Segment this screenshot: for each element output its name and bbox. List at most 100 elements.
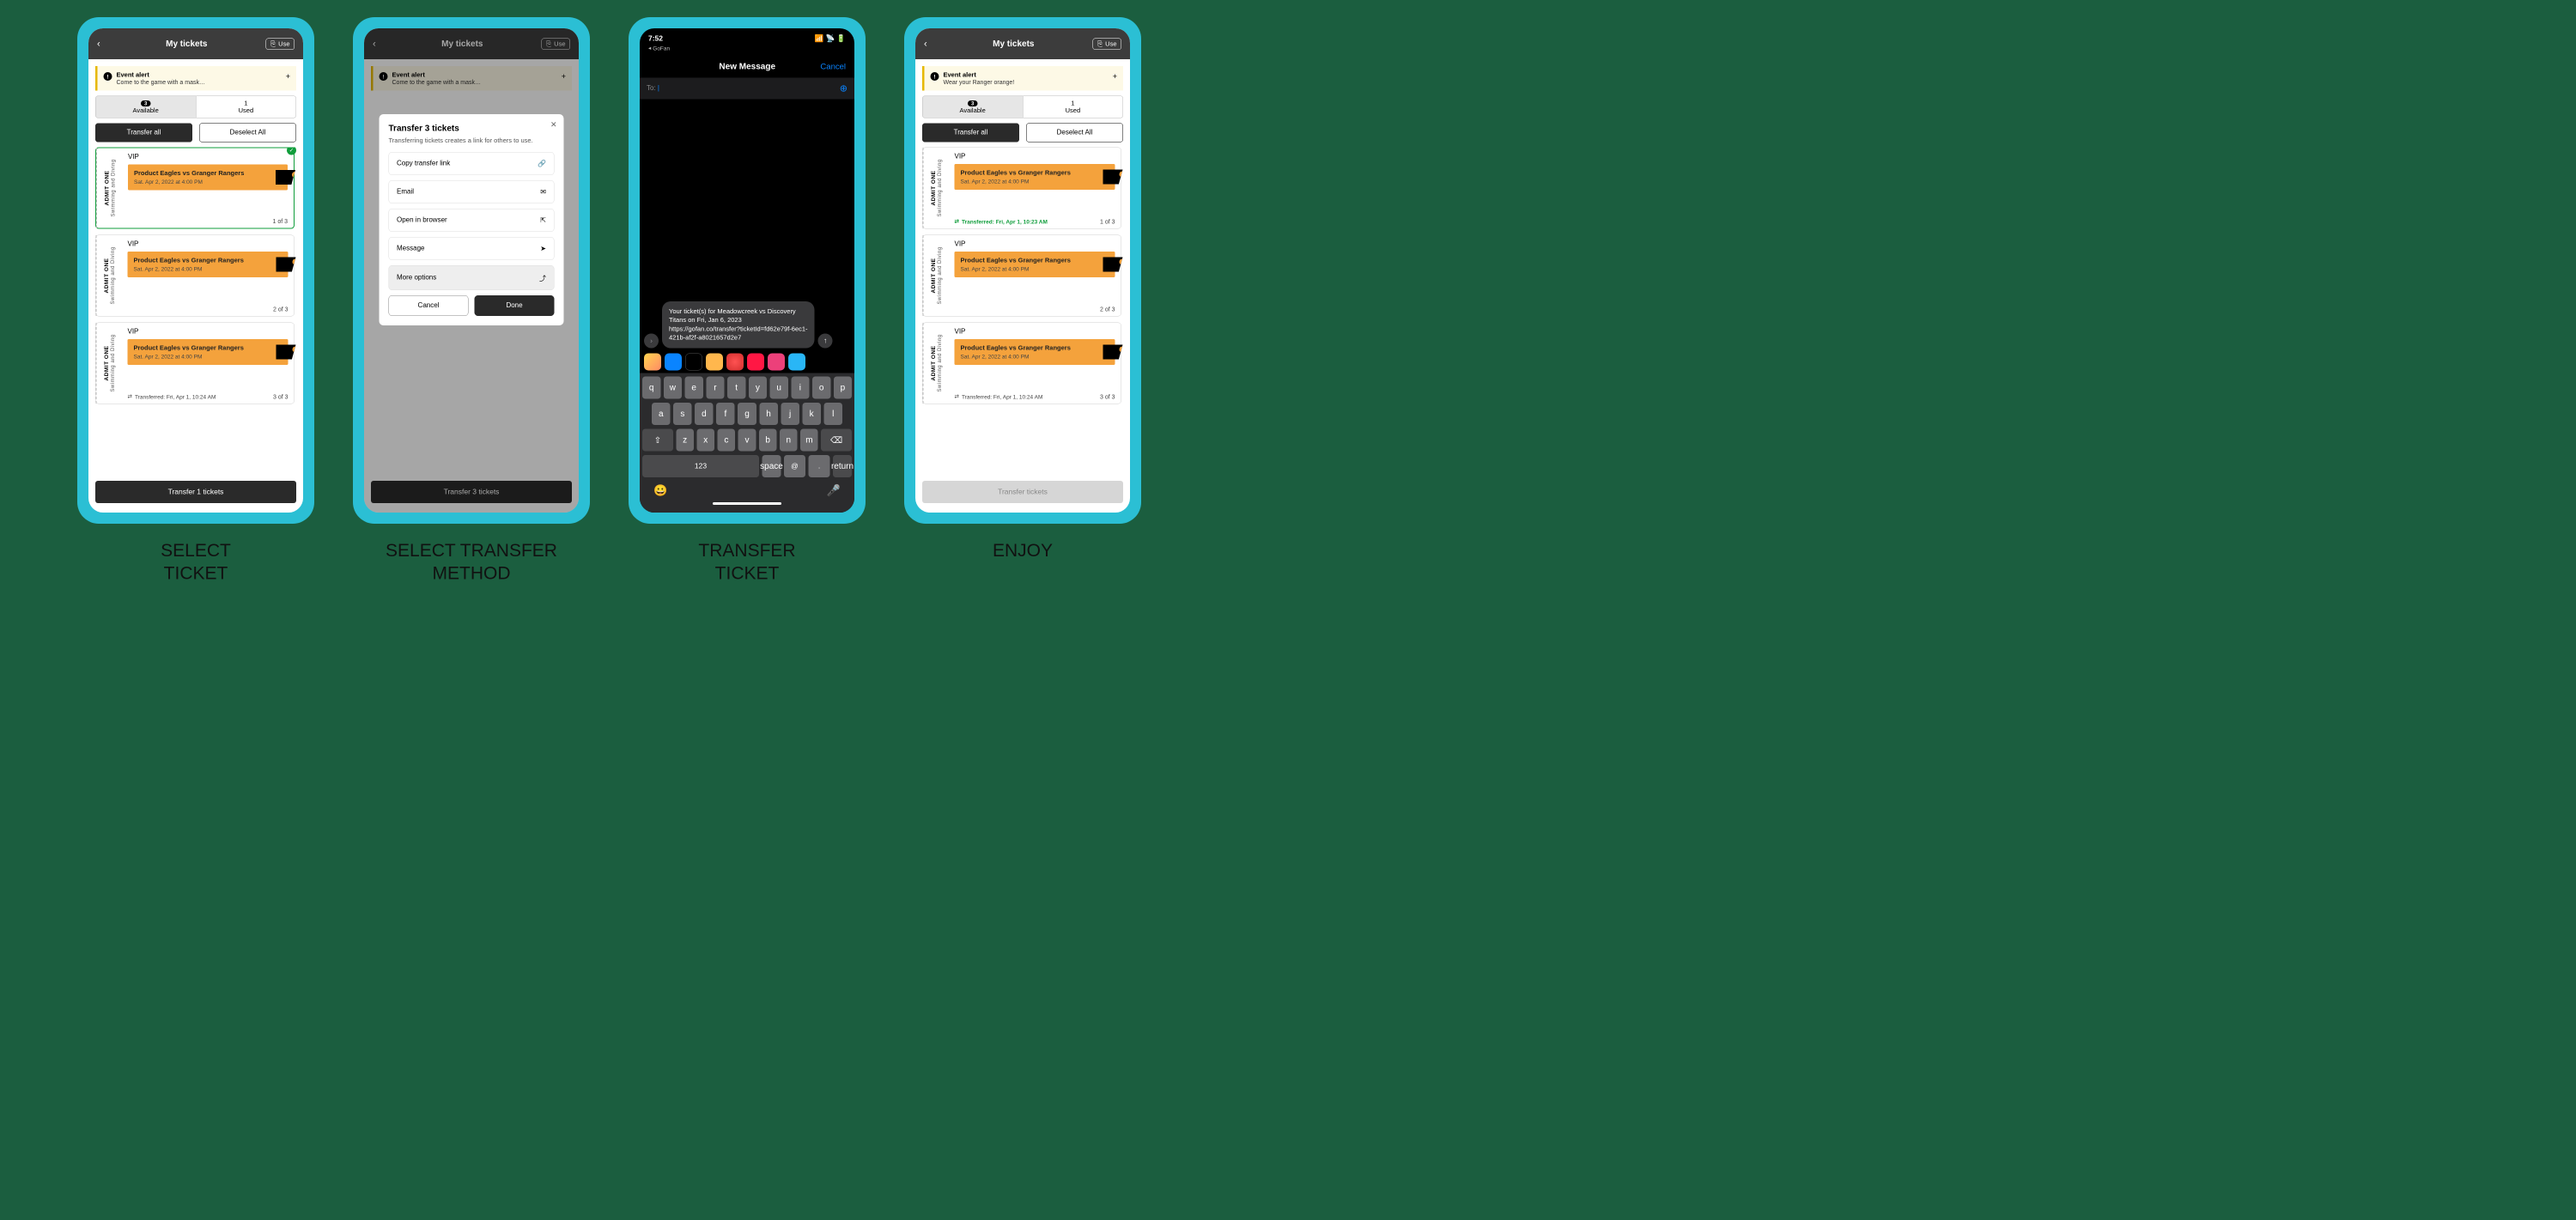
use-button[interactable]: ⎘ Use bbox=[266, 38, 295, 50]
key-b[interactable]: b bbox=[759, 429, 777, 452]
key-t[interactable]: t bbox=[727, 377, 745, 399]
transfer-all-button[interactable]: Transfer all bbox=[95, 124, 192, 143]
appstore-app-icon[interactable] bbox=[665, 354, 682, 371]
tab-used[interactable]: 1 Used bbox=[196, 96, 296, 118]
key-y[interactable]: y bbox=[749, 377, 767, 399]
status-time: 7:52 bbox=[648, 34, 663, 43]
add-contact-icon[interactable]: ⊕ bbox=[840, 83, 848, 94]
expand-input-icon[interactable]: › bbox=[644, 334, 659, 349]
key-l[interactable]: l bbox=[823, 403, 842, 425]
expand-icon[interactable]: + bbox=[1113, 72, 1117, 82]
key-p[interactable]: p bbox=[834, 377, 852, 399]
team-logo-icon bbox=[276, 170, 295, 185]
key-f[interactable]: f bbox=[716, 403, 735, 425]
expand-icon[interactable]: + bbox=[286, 72, 290, 82]
back-chevron-icon[interactable]: ‹ bbox=[97, 39, 107, 50]
key-d[interactable]: d bbox=[695, 403, 714, 425]
close-icon[interactable]: ✕ bbox=[550, 120, 557, 130]
ticket-card: Product Eagles vs Granger Rangers Sat. A… bbox=[955, 339, 1115, 365]
phone-transfer-method: ‹ My tickets ⎘ Use ! Event alert Come to… bbox=[353, 17, 590, 524]
key-i[interactable]: i bbox=[791, 377, 809, 399]
key-e[interactable]: e bbox=[685, 377, 703, 399]
photos-app-icon[interactable] bbox=[644, 354, 661, 371]
app-icon[interactable] bbox=[788, 354, 805, 371]
memoji-app-icon[interactable] bbox=[706, 354, 723, 371]
app-header: ‹ My tickets ⎘ Use bbox=[915, 28, 1130, 59]
option-more[interactable]: More options ⤴ bbox=[389, 265, 555, 290]
tab-available[interactable]: 3 Available bbox=[922, 96, 1023, 118]
tab-available[interactable]: 3 Available bbox=[95, 96, 196, 118]
option-copy-link[interactable]: Copy transfer link 🔗 bbox=[389, 152, 555, 175]
ticket-item[interactable]: ADMIT ONESwimming and Diving VIP Product… bbox=[922, 148, 1121, 229]
mic-icon[interactable]: 🎤 bbox=[827, 484, 841, 498]
return-key[interactable]: return bbox=[833, 455, 852, 477]
key-s[interactable]: s bbox=[673, 403, 692, 425]
key-a[interactable]: a bbox=[652, 403, 671, 425]
key-m[interactable]: m bbox=[800, 429, 818, 452]
team-logo-icon bbox=[1103, 345, 1123, 360]
transfer-method-modal: ✕ Transfer 3 tickets Transferring ticket… bbox=[380, 114, 564, 325]
app-icon[interactable] bbox=[768, 354, 785, 371]
modal-subtitle: Transferring tickets creates a link for … bbox=[389, 137, 555, 145]
ticket-icon: ⎘ bbox=[270, 40, 276, 48]
key-r[interactable]: r bbox=[706, 377, 724, 399]
to-field[interactable]: To: | ⊕ bbox=[640, 78, 854, 100]
option-email[interactable]: Email ✉ bbox=[389, 180, 555, 203]
key-q[interactable]: q bbox=[642, 377, 660, 399]
space-key[interactable]: space bbox=[762, 455, 781, 477]
use-button[interactable]: ⎘ Use bbox=[1093, 38, 1121, 50]
tab-used[interactable]: 1 Used bbox=[1023, 96, 1123, 118]
cancel-button[interactable]: Cancel bbox=[389, 295, 469, 316]
key-c[interactable]: c bbox=[718, 429, 736, 452]
key-j[interactable]: j bbox=[781, 403, 799, 425]
back-chevron-icon[interactable]: ‹ bbox=[924, 39, 934, 50]
ticket-item[interactable]: ADMIT ONESwimming and Diving VIP Product… bbox=[95, 235, 295, 317]
transfer-all-button[interactable]: Transfer all bbox=[922, 124, 1019, 143]
ticket-item[interactable]: ✓ ADMIT ONESwimming and Diving VIP Produ… bbox=[95, 148, 295, 229]
link-icon: 🔗 bbox=[538, 160, 546, 168]
home-indicator[interactable] bbox=[713, 502, 781, 505]
key-z[interactable]: z bbox=[676, 429, 694, 452]
cancel-button[interactable]: Cancel bbox=[820, 62, 846, 71]
deselect-all-button[interactable]: Deselect All bbox=[1026, 124, 1123, 143]
app-rail[interactable] bbox=[640, 351, 854, 373]
transfer-tickets-button[interactable]: Transfer 1 tickets bbox=[95, 481, 296, 503]
key-o[interactable]: o bbox=[812, 377, 830, 399]
ticket-card: Product Eagles vs Granger Rangers Sat. A… bbox=[128, 339, 289, 365]
at-key[interactable]: @ bbox=[784, 455, 805, 477]
key-g[interactable]: g bbox=[738, 403, 756, 425]
emoji-icon[interactable]: 😀 bbox=[653, 484, 667, 498]
compose-header: New Message Cancel bbox=[640, 56, 854, 78]
event-alert[interactable]: ! Event alert Come to the game with a ma… bbox=[95, 66, 296, 91]
transferred-label: ⇄ Transferred: Fri, Apr 1, 10:23 AM bbox=[955, 218, 1048, 225]
back-to-app[interactable]: ◂ GoFan bbox=[640, 45, 854, 56]
numeric-key[interactable]: 123 bbox=[642, 455, 759, 477]
key-h[interactable]: h bbox=[759, 403, 778, 425]
applecash-app-icon[interactable] bbox=[685, 354, 702, 371]
app-icon[interactable] bbox=[747, 354, 764, 371]
deselect-all-button[interactable]: Deselect All bbox=[199, 124, 296, 143]
event-alert[interactable]: ! Event alert Wear your Ranger orange! + bbox=[922, 66, 1123, 91]
ticket-icon: ⎘ bbox=[1097, 40, 1103, 48]
option-open-browser[interactable]: Open in browser ⇱ bbox=[389, 209, 555, 232]
option-message[interactable]: Message ➤ bbox=[389, 237, 555, 260]
key-n[interactable]: n bbox=[780, 429, 798, 452]
send-button-icon[interactable]: ↑ bbox=[818, 334, 833, 349]
backspace-key[interactable]: ⌫ bbox=[821, 429, 852, 452]
key-w[interactable]: w bbox=[664, 377, 682, 399]
key-x[interactable]: x bbox=[696, 429, 714, 452]
shift-key[interactable]: ⇧ bbox=[642, 429, 673, 452]
ticket-item[interactable]: ADMIT ONESwimming and Diving VIP Product… bbox=[922, 323, 1121, 404]
ticket-card: Product Eagles vs Granger Rangers Sat. A… bbox=[955, 252, 1115, 277]
done-button[interactable]: Done bbox=[475, 295, 555, 316]
ticket-item[interactable]: ADMIT ONESwimming and Diving VIP Product… bbox=[95, 323, 295, 404]
keyboard[interactable]: qwertyuiop asdfghjkl ⇧ zxcvbnm ⌫ 123 spa… bbox=[640, 373, 854, 513]
ticket-item[interactable]: ADMIT ONESwimming and Diving VIP Product… bbox=[922, 235, 1121, 317]
caption: SELECT TICKET bbox=[161, 539, 231, 585]
key-u[interactable]: u bbox=[770, 377, 788, 399]
key-k[interactable]: k bbox=[802, 403, 821, 425]
dot-key[interactable]: . bbox=[809, 455, 830, 477]
app-icon[interactable] bbox=[726, 354, 744, 371]
key-v[interactable]: v bbox=[738, 429, 756, 452]
ticket-filter-segment: 3 Available 1 Used bbox=[95, 96, 296, 118]
